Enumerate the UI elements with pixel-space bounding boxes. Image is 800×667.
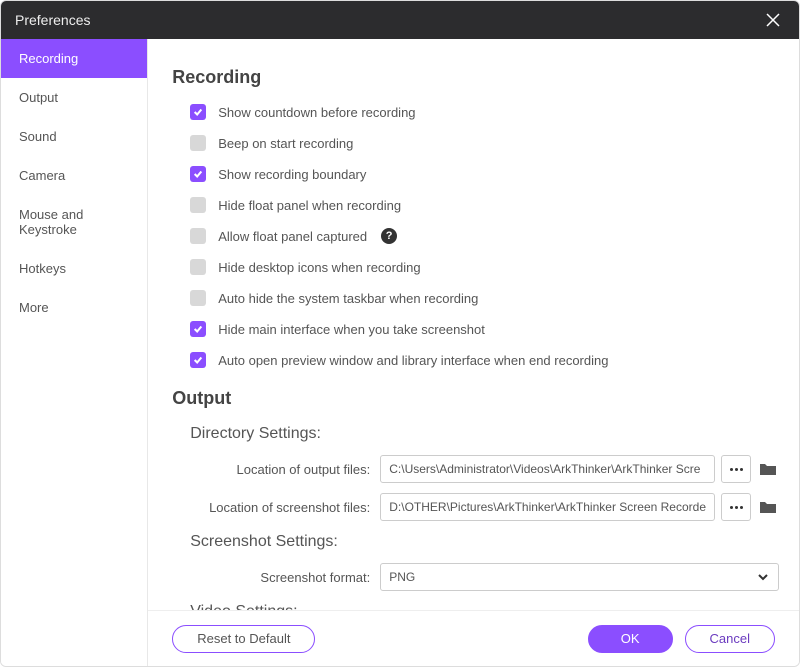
sidebar-item-output[interactable]: Output xyxy=(1,78,147,117)
reset-button[interactable]: Reset to Default xyxy=(172,625,315,653)
option-label: Show recording boundary xyxy=(218,167,366,182)
checkbox-unchecked-icon xyxy=(190,228,206,244)
close-icon xyxy=(766,13,780,27)
option-label: Hide float panel when recording xyxy=(218,198,401,213)
option-auto-open-preview[interactable]: Auto open preview window and library int… xyxy=(190,352,779,368)
field-label: Location of screenshot files: xyxy=(190,500,380,515)
chevron-down-icon xyxy=(756,570,770,584)
sidebar-item-camera[interactable]: Camera xyxy=(1,156,147,195)
checkbox-unchecked-icon xyxy=(190,135,206,151)
help-icon[interactable]: ? xyxy=(381,228,397,244)
option-label: Show countdown before recording xyxy=(218,105,415,120)
content-scrollarea[interactable]: Recording Show countdown before recordin… xyxy=(148,39,799,610)
close-button[interactable] xyxy=(761,8,785,32)
sidebar-item-recording[interactable]: Recording xyxy=(1,39,147,78)
select-value: PNG xyxy=(389,570,415,584)
checkbox-unchecked-icon xyxy=(190,197,206,213)
recording-options: Show countdown before recording Beep on … xyxy=(172,104,779,368)
folder-icon xyxy=(759,499,777,515)
open-folder-button[interactable] xyxy=(757,458,779,480)
field-label: Location of output files: xyxy=(190,462,380,477)
option-auto-hide-taskbar[interactable]: Auto hide the system taskbar when record… xyxy=(190,290,779,306)
screenshot-path-input[interactable]: D:\OTHER\Pictures\ArkThinker\ArkThinker … xyxy=(380,493,715,521)
checkbox-checked-icon xyxy=(190,104,206,120)
option-show-boundary[interactable]: Show recording boundary xyxy=(190,166,779,182)
option-hide-main-interface[interactable]: Hide main interface when you take screen… xyxy=(190,321,779,337)
section-title-output: Output xyxy=(172,388,779,409)
browse-button[interactable] xyxy=(721,455,751,483)
window-title: Preferences xyxy=(15,12,90,28)
section-title-recording: Recording xyxy=(172,67,779,88)
output-path-input[interactable]: C:\Users\Administrator\Videos\ArkThinker… xyxy=(380,455,715,483)
ok-button[interactable]: OK xyxy=(588,625,673,653)
sidebar-item-mouse-keystroke[interactable]: Mouse and Keystroke xyxy=(1,195,147,249)
footer-right: OK Cancel xyxy=(588,625,775,653)
option-label: Hide desktop icons when recording xyxy=(218,260,420,275)
titlebar: Preferences xyxy=(1,1,799,39)
ellipsis-icon xyxy=(730,468,743,471)
open-folder-button[interactable] xyxy=(757,496,779,518)
option-show-countdown[interactable]: Show countdown before recording xyxy=(190,104,779,120)
option-hide-float-panel[interactable]: Hide float panel when recording xyxy=(190,197,779,213)
browse-button[interactable] xyxy=(721,493,751,521)
option-allow-float-captured[interactable]: Allow float panel captured ? xyxy=(190,228,779,244)
sidebar: Recording Output Sound Camera Mouse and … xyxy=(1,39,148,666)
checkbox-checked-icon xyxy=(190,352,206,368)
subsection-directory: Directory Settings: xyxy=(190,425,779,443)
checkbox-checked-icon xyxy=(190,321,206,337)
preferences-window: Preferences Recording Output Sound Camer… xyxy=(0,0,800,667)
option-label: Beep on start recording xyxy=(218,136,353,151)
screenshot-format-select[interactable]: PNG xyxy=(380,563,779,591)
option-label: Auto open preview window and library int… xyxy=(218,353,608,368)
option-hide-desktop-icons[interactable]: Hide desktop icons when recording xyxy=(190,259,779,275)
folder-icon xyxy=(759,461,777,477)
field-output-location: Location of output files: C:\Users\Admin… xyxy=(172,455,779,483)
checkbox-unchecked-icon xyxy=(190,259,206,275)
footer: Reset to Default OK Cancel xyxy=(148,610,799,666)
checkbox-checked-icon xyxy=(190,166,206,182)
subsection-video: Video Settings: xyxy=(190,603,779,610)
ellipsis-icon xyxy=(730,506,743,509)
sidebar-item-sound[interactable]: Sound xyxy=(1,117,147,156)
field-label: Screenshot format: xyxy=(190,570,380,585)
field-screenshot-format: Screenshot format: PNG xyxy=(172,563,779,591)
sidebar-item-hotkeys[interactable]: Hotkeys xyxy=(1,249,147,288)
option-label: Hide main interface when you take screen… xyxy=(218,322,485,337)
field-screenshot-location: Location of screenshot files: D:\OTHER\P… xyxy=(172,493,779,521)
subsection-screenshot: Screenshot Settings: xyxy=(190,533,779,551)
cancel-button[interactable]: Cancel xyxy=(685,625,775,653)
option-label: Allow float panel captured xyxy=(218,229,367,244)
checkbox-unchecked-icon xyxy=(190,290,206,306)
sidebar-item-more[interactable]: More xyxy=(1,288,147,327)
option-label: Auto hide the system taskbar when record… xyxy=(218,291,478,306)
option-beep-start[interactable]: Beep on start recording xyxy=(190,135,779,151)
content-wrap: Recording Show countdown before recordin… xyxy=(148,39,799,666)
body-area: Recording Output Sound Camera Mouse and … xyxy=(1,39,799,666)
